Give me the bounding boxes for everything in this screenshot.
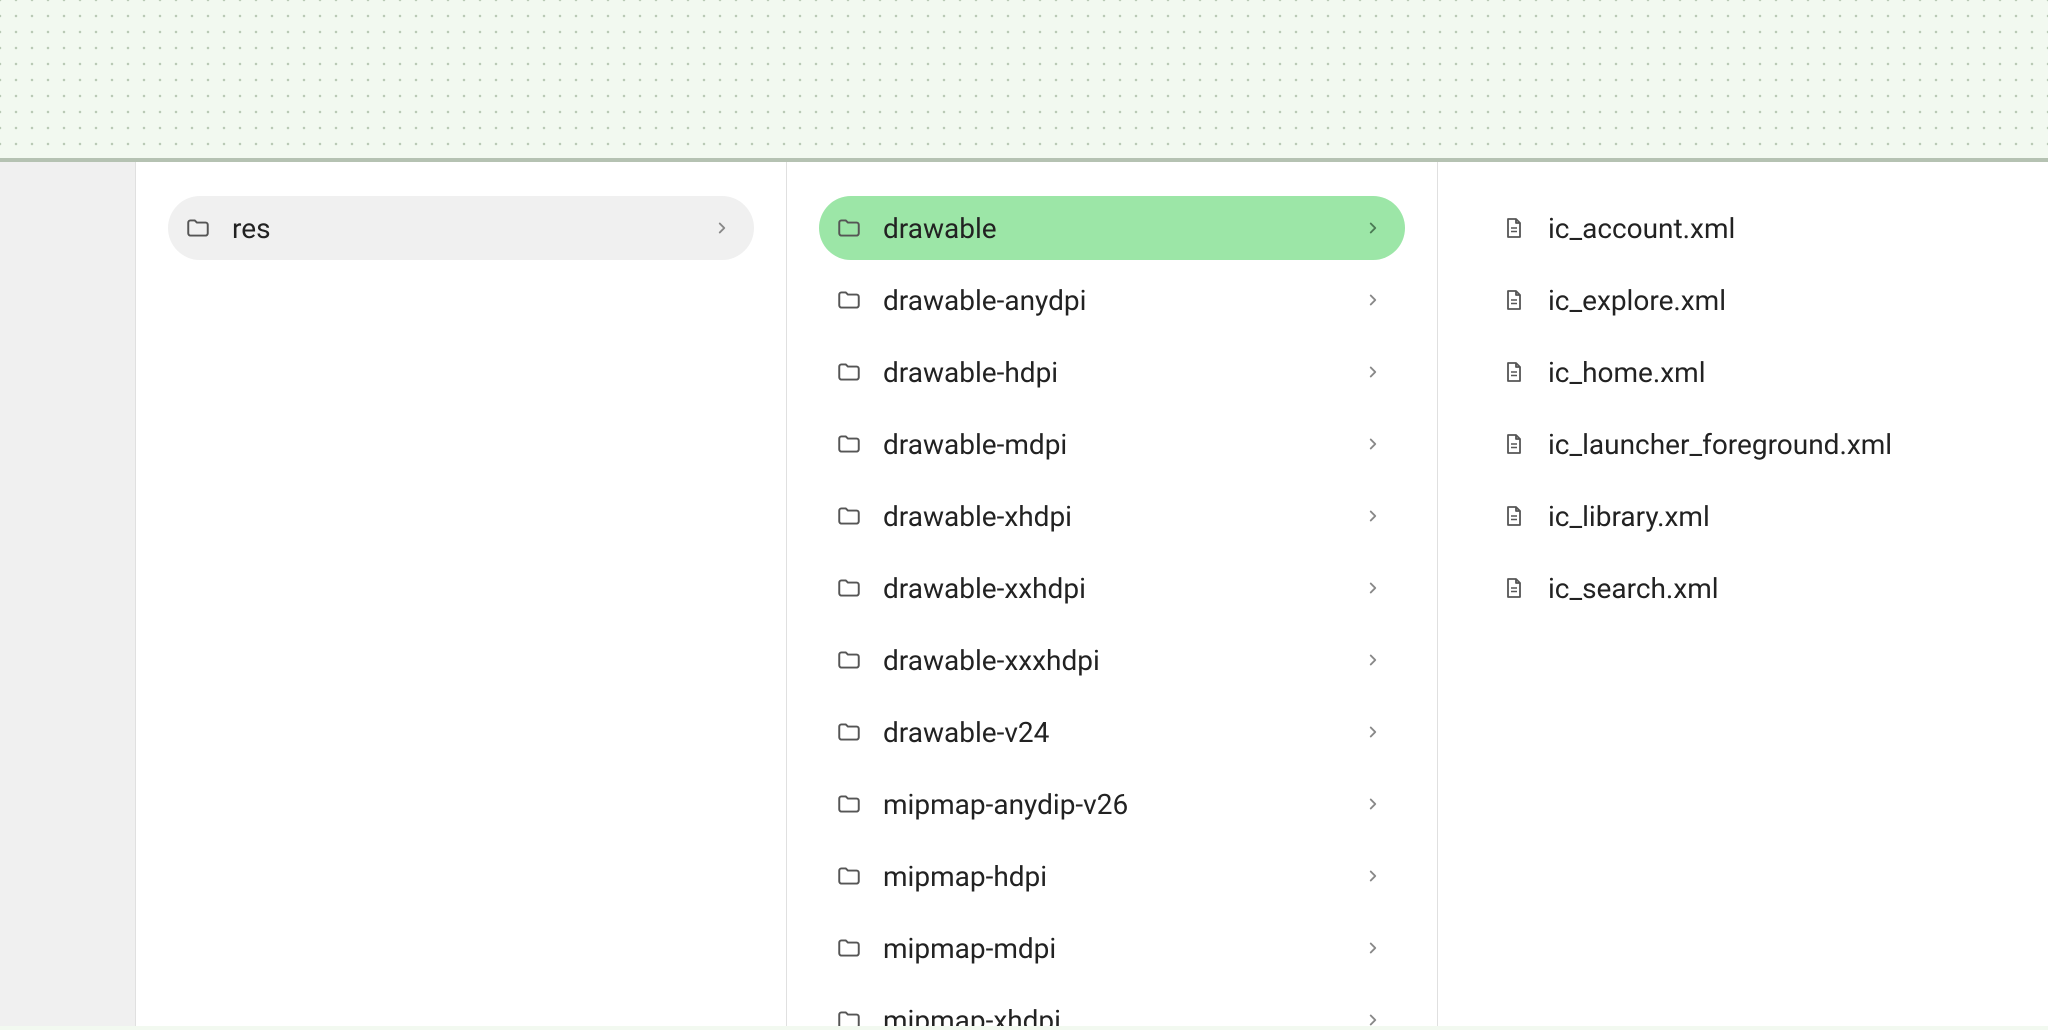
folder-item[interactable]: drawable-mdpi — [819, 412, 1405, 476]
chevron-right-icon — [1361, 504, 1385, 528]
folder-label: drawable-hdpi — [883, 356, 1361, 389]
chevron-right-icon — [1361, 936, 1385, 960]
folder-label: mipmap-mdpi — [883, 932, 1361, 965]
folder-label: drawable-mdpi — [883, 428, 1361, 461]
folder-label: drawable-xxhdpi — [883, 572, 1361, 605]
folder-label: drawable-v24 — [883, 716, 1361, 749]
folder-label: res — [232, 212, 710, 245]
folder-icon — [835, 718, 863, 746]
file-label: ic_home.xml — [1548, 356, 1996, 389]
file-label: ic_search.xml — [1548, 572, 1996, 605]
chevron-right-icon — [1361, 432, 1385, 456]
folder-icon — [835, 502, 863, 530]
file-item[interactable]: ic_library.xml — [1484, 484, 2016, 548]
folder-label: mipmap-xhdpi — [883, 1004, 1361, 1027]
folder-label: drawable — [883, 212, 1361, 245]
chevron-right-icon — [1361, 792, 1385, 816]
file-item[interactable]: ic_account.xml — [1484, 196, 2016, 260]
folder-icon — [835, 574, 863, 602]
file-item[interactable]: ic_search.xml — [1484, 556, 2016, 620]
file-browser: res drawable drawabl — [0, 162, 2048, 1026]
column-3: ic_account.xml ic_explore.xml ic_home.xm… — [1438, 162, 2048, 1026]
folder-label: mipmap-anydip-v26 — [883, 788, 1361, 821]
folder-item[interactable]: mipmap-xhdpi — [819, 988, 1405, 1026]
file-label: ic_library.xml — [1548, 500, 1996, 533]
chevron-right-icon — [1361, 360, 1385, 384]
file-icon — [1500, 430, 1528, 458]
folder-item[interactable]: mipmap-hdpi — [819, 844, 1405, 908]
folder-item[interactable]: drawable-anydpi — [819, 268, 1405, 332]
folder-item-res[interactable]: res — [168, 196, 754, 260]
folder-icon — [835, 358, 863, 386]
folder-label: drawable-xhdpi — [883, 500, 1361, 533]
column-1: res — [136, 162, 787, 1026]
chevron-right-icon — [1361, 720, 1385, 744]
file-label: ic_explore.xml — [1548, 284, 1996, 317]
chevron-right-icon — [1361, 864, 1385, 888]
folder-icon — [835, 430, 863, 458]
chevron-right-icon — [1361, 576, 1385, 600]
file-label: ic_launcher_foreground.xml — [1548, 428, 1996, 461]
folder-item[interactable]: drawable-v24 — [819, 700, 1405, 764]
folder-item-drawable[interactable]: drawable — [819, 196, 1405, 260]
folder-icon — [835, 286, 863, 314]
file-item[interactable]: ic_home.xml — [1484, 340, 2016, 404]
folder-item[interactable]: drawable-hdpi — [819, 340, 1405, 404]
folder-label: drawable-xxxhdpi — [883, 644, 1361, 677]
folder-item[interactable]: drawable-xxxhdpi — [819, 628, 1405, 692]
folder-icon — [835, 934, 863, 962]
file-icon — [1500, 286, 1528, 314]
folder-item[interactable]: drawable-xhdpi — [819, 484, 1405, 548]
file-icon — [1500, 214, 1528, 242]
chevron-right-icon — [1361, 216, 1385, 240]
folder-item[interactable]: mipmap-mdpi — [819, 916, 1405, 980]
folder-label: mipmap-hdpi — [883, 860, 1361, 893]
file-icon — [1500, 358, 1528, 386]
chevron-right-icon — [1361, 1008, 1385, 1026]
chevron-right-icon — [1361, 288, 1385, 312]
file-label: ic_account.xml — [1548, 212, 1996, 245]
folder-label: drawable-anydpi — [883, 284, 1361, 317]
folder-item[interactable]: mipmap-anydip-v26 — [819, 772, 1405, 836]
folder-icon — [835, 1006, 863, 1026]
file-icon — [1500, 574, 1528, 602]
folder-icon — [835, 790, 863, 818]
chevron-right-icon — [710, 216, 734, 240]
folder-icon — [184, 214, 212, 242]
file-item[interactable]: ic_launcher_foreground.xml — [1484, 412, 2016, 476]
folder-item[interactable]: drawable-xxhdpi — [819, 556, 1405, 620]
file-icon — [1500, 502, 1528, 530]
folder-icon — [835, 862, 863, 890]
left-gutter — [0, 162, 135, 1026]
folder-icon — [835, 214, 863, 242]
file-item[interactable]: ic_explore.xml — [1484, 268, 2016, 332]
canvas-dotted-background — [0, 0, 2048, 162]
chevron-right-icon — [1361, 648, 1385, 672]
column-2: drawable drawable-anydpi drawable-hdpi — [787, 162, 1438, 1026]
folder-icon — [835, 646, 863, 674]
miller-columns: res drawable drawabl — [135, 162, 2048, 1026]
